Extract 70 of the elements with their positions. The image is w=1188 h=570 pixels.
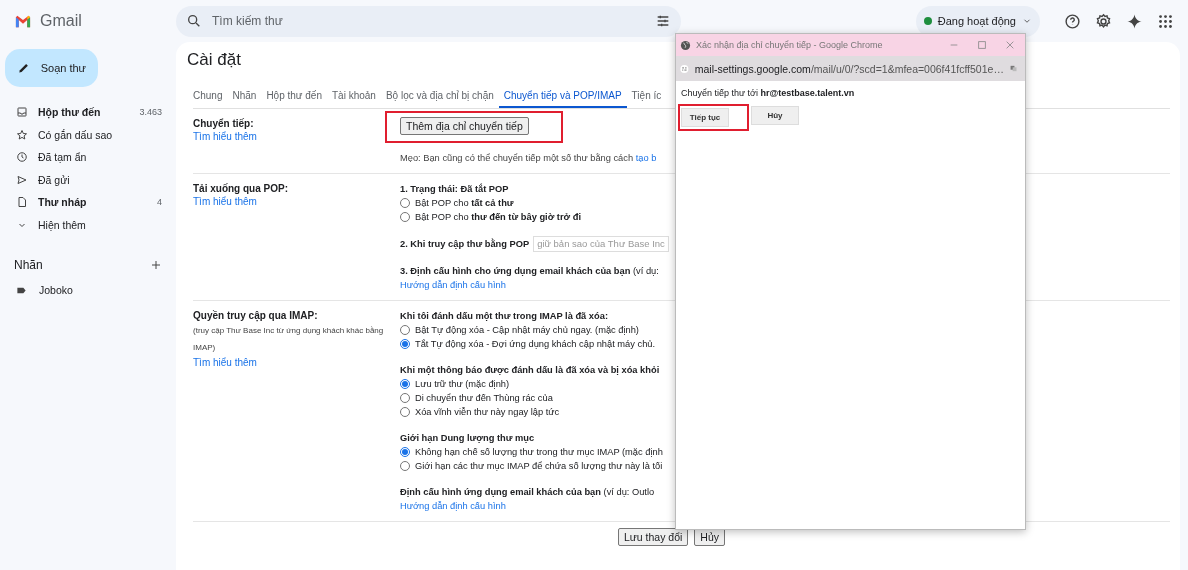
clock-icon [16, 151, 28, 164]
settings-tab[interactable]: Chung [193, 88, 228, 108]
option-label: Lưu trữ thư (mặc định) [415, 378, 510, 391]
section-note: (truy cập Thư Base Inc từ ứng dụng khách khác bằng IMAP) [193, 325, 385, 354]
option-label: Bật POP cho thư đến từ bây giờ trở đi [415, 211, 581, 224]
radio-button[interactable] [400, 447, 410, 457]
option-label: Bật POP cho tất cả thư [415, 197, 514, 210]
gmail-logo-text: Gmail [40, 12, 82, 30]
continue-button[interactable]: Tiếp tục [681, 108, 729, 127]
document-icon [16, 196, 28, 209]
option-heading: Giới hạn Dung lượng thư mục [400, 432, 536, 445]
radio-button[interactable] [400, 379, 410, 389]
forward-confirm-text: Chuyển tiếp thư tới hr@testbase.talent.vn [681, 87, 856, 99]
create-filter-link[interactable]: tạo b [635, 153, 657, 163]
search-bar[interactable]: Tìm kiếm thư [176, 5, 681, 37]
sidebar-item[interactable]: Đã tạm ẩn [0, 146, 176, 169]
learn-more-link[interactable]: Tìm hiểu thêm [193, 195, 400, 209]
sidebar-item[interactable]: Hộp thư đến 3.463 [0, 101, 176, 124]
send-icon [16, 173, 28, 186]
settings-tab[interactable]: Bộ lọc và địa chỉ bị chặn [380, 88, 499, 108]
page-title: Cài đặt [187, 50, 241, 71]
settings-tab[interactable]: Tiện íc [626, 88, 667, 108]
star-icon [16, 128, 28, 141]
label-item[interactable]: Joboko [0, 276, 176, 304]
config-text: 3. Định cấu hình cho ứng dụng email khách của bạn (ví dụ: [400, 265, 660, 278]
section-label: Chuyển tiếp: [193, 117, 255, 130]
learn-more-link[interactable]: Tìm hiểu thêm [193, 356, 400, 370]
option-heading: Khi tôi đánh dấu một thư trong IMAP là đã xóa: [400, 310, 609, 323]
section-label: Tải xuống qua POP: [193, 182, 289, 195]
address-url: mail-settings.google.com/mail/u/0/?scd=1&mfea=006f41fcff501e… [694, 62, 1004, 75]
globe-icon [680, 39, 691, 51]
sidebar-item[interactable]: Hiện thêm [0, 213, 176, 236]
option-heading: 2. Khi truy cập thư bằng POP [400, 237, 530, 251]
settings-tab[interactable]: Tài khoản [327, 88, 381, 108]
search-field[interactable]: Tìm kiếm thư [210, 13, 647, 29]
compose-button[interactable]: Soạn thư [5, 49, 98, 87]
option-label: Bật Tự động xóa - Cập nhật máy chủ ngay. (mặc định) [415, 324, 639, 337]
section-label: Quyền truy cập qua IMAP: [193, 309, 319, 322]
search-icon [186, 13, 202, 29]
labels-heading: Nhãn [14, 258, 43, 272]
option-label: Tắt Tự động xóa - Đợi ứng dụng khách cập nhật máy chủ. [415, 338, 656, 351]
settings-tab[interactable]: Chuyển tiếp và POP/IMAP [498, 88, 627, 108]
settings-tab[interactable]: Hộp thư đến [261, 88, 327, 108]
sidebar-item[interactable]: Thư nháp 4 [0, 191, 176, 214]
option-label: Giới hạn các thư mục IMAP để chứa số lượng thư này là tối [415, 460, 663, 473]
option-heading: Khi một thông báo được đánh dấu là đã xóa và bị xóa khỏi [400, 364, 661, 377]
cancel-button[interactable]: Hủy [751, 106, 799, 125]
pencil-icon [17, 61, 31, 75]
popup-title: Xác nhận địa chỉ chuyển tiếp - Google Chrome [696, 40, 884, 50]
close-icon[interactable] [1005, 40, 1015, 50]
apps-grid-icon[interactable] [1157, 12, 1174, 30]
radio-button[interactable] [400, 339, 410, 349]
option-label: Xóa vĩnh viễn thư này ngay lập tức [415, 406, 560, 419]
option-label: Di chuyển thư đến Thùng rác của [415, 392, 553, 405]
maximize-icon[interactable] [977, 40, 987, 50]
settings-icon[interactable] [1095, 12, 1112, 30]
help-icon[interactable] [1064, 12, 1081, 30]
config-text: Định cấu hình ứng dụng email khách của bạn (ví dụ: Outlo [400, 486, 656, 499]
sidebar-item[interactable]: Đã gửi [0, 168, 176, 191]
settings-tab[interactable]: Nhãn [227, 88, 262, 108]
inbox-icon [16, 106, 28, 119]
learn-more-link[interactable]: Tìm hiểu thêm [193, 130, 400, 144]
save-button[interactable]: Lưu thay đổi [617, 528, 689, 546]
option-heading: 1. Trạng thái: Đã tắt POP [400, 182, 510, 196]
filter-sliders-icon [655, 13, 671, 29]
add-forwarding-button[interactable]: Thêm địa chỉ chuyển tiếp [400, 117, 529, 135]
sidebar-item[interactable]: Có gắn dấu sao [0, 123, 176, 146]
option-label: Không hạn chế số lượng thư trong thư mục IMAP (mặc định [415, 446, 663, 459]
plus-icon[interactable] [150, 259, 162, 271]
sparkle-icon[interactable] [1126, 12, 1143, 30]
